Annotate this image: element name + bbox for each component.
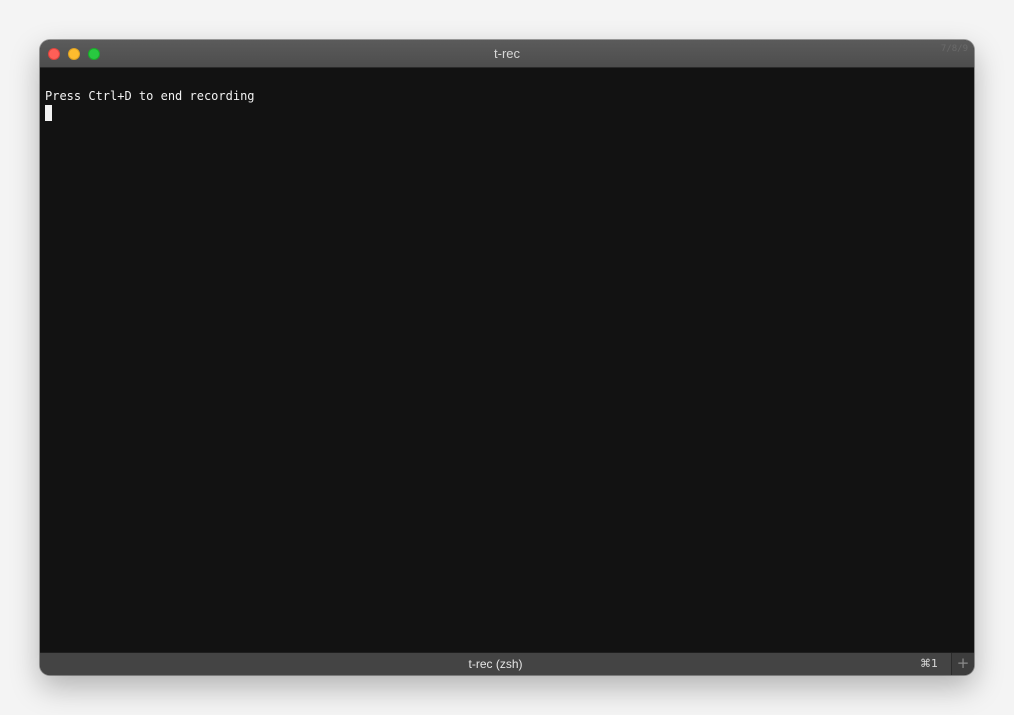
plus-icon[interactable]: +	[952, 653, 974, 675]
title-bar[interactable]: t-rec 7/8/9	[40, 40, 974, 68]
terminal-window: t-rec 7/8/9 Press Ctrl+D to end recordin…	[40, 40, 974, 675]
tab-title: t-rec (zsh)	[468, 657, 523, 671]
tab-shortcut: ⌘1	[920, 657, 938, 670]
corner-label: 7/8/9	[940, 44, 968, 54]
window-title: t-rec	[494, 46, 520, 61]
terminal-content[interactable]: Press Ctrl+D to end recording	[40, 68, 974, 652]
tab-bar: t-rec (zsh) ⌘1 +	[40, 652, 974, 675]
block-cursor	[45, 105, 52, 121]
tab-t-rec[interactable]: t-rec (zsh) ⌘1	[40, 653, 952, 675]
terminal-output-line: Press Ctrl+D to end recording	[45, 89, 255, 103]
